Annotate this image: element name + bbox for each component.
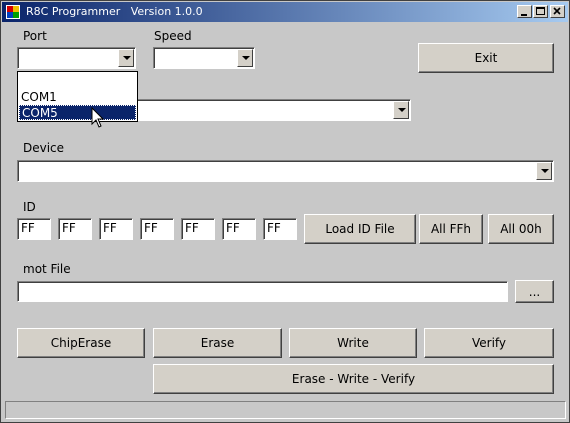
close-button[interactable] <box>550 5 565 18</box>
minimize-button[interactable] <box>517 5 532 18</box>
close-icon <box>553 7 561 15</box>
load-id-file-button[interactable]: Load ID File <box>304 214 416 244</box>
window-title: R8C Programmer Version 1.0.0 <box>26 5 203 18</box>
erase-write-verify-button[interactable]: Erase - Write - Verify <box>153 364 554 394</box>
chevron-down-icon[interactable] <box>237 49 253 67</box>
port-option-com5[interactable]: COM5 <box>19 105 136 120</box>
browse-button[interactable]: ... <box>515 280 554 303</box>
port-dropdown-list[interactable]: COM1 COM5 <box>17 71 138 122</box>
chevron-down-icon[interactable] <box>393 101 409 119</box>
id-label: ID <box>23 200 36 214</box>
device-label: Device <box>23 141 65 155</box>
id-field-7[interactable]: FF <box>263 218 297 240</box>
all-ffh-button[interactable]: All FFh <box>419 214 483 244</box>
maximize-button[interactable] <box>533 5 548 18</box>
main-window: R8C Programmer Version 1.0.0 Port Speed … <box>0 0 570 423</box>
id-field-1[interactable]: FF <box>17 218 51 240</box>
chip-erase-button[interactable]: ChipErase <box>17 328 145 358</box>
chevron-down-icon[interactable] <box>536 162 552 180</box>
id-field-4[interactable]: FF <box>140 218 174 240</box>
mot-file-input[interactable] <box>17 281 508 302</box>
chevron-down-icon[interactable] <box>118 49 134 67</box>
erase-button[interactable]: Erase <box>153 328 282 358</box>
status-bar <box>5 401 566 419</box>
mouse-cursor-icon <box>91 107 105 128</box>
port-label: Port <box>23 29 47 43</box>
id-field-2[interactable]: FF <box>58 218 92 240</box>
speed-combo[interactable] <box>153 47 255 69</box>
id-field-3[interactable]: FF <box>99 218 133 240</box>
exit-button[interactable]: Exit <box>418 43 554 73</box>
title-bar[interactable]: R8C Programmer Version 1.0.0 <box>2 2 568 22</box>
verify-button[interactable]: Verify <box>424 328 554 358</box>
all-00h-button[interactable]: All 00h <box>488 214 554 244</box>
device-combo[interactable] <box>17 160 554 182</box>
speed-label: Speed <box>154 29 192 43</box>
port-combo[interactable] <box>17 47 136 69</box>
mot-file-label: mot File <box>23 262 71 276</box>
write-button[interactable]: Write <box>289 328 417 358</box>
id-field-6[interactable]: FF <box>222 218 256 240</box>
app-icon <box>6 5 20 19</box>
port-option-com1[interactable]: COM1 <box>19 90 136 105</box>
maximize-icon <box>536 7 545 15</box>
minimize-icon <box>521 14 527 16</box>
id-field-5[interactable]: FF <box>181 218 215 240</box>
